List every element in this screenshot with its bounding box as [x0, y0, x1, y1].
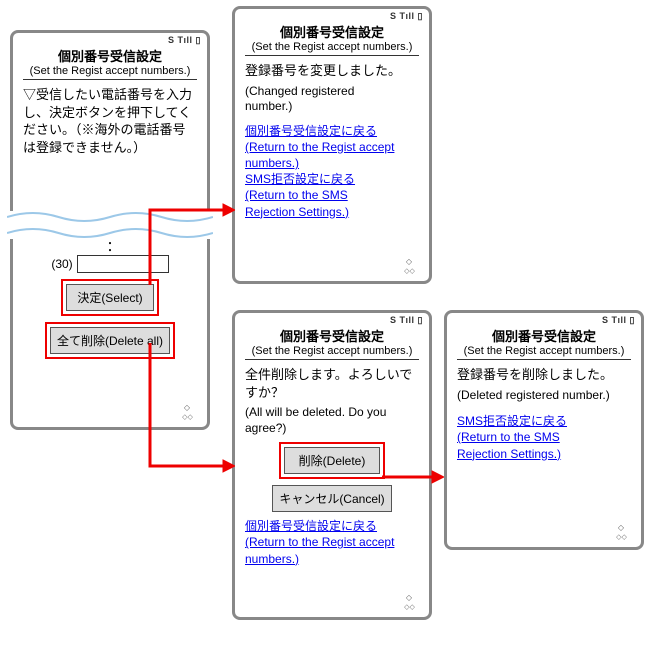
- status-bar: S Tıll ▯: [235, 313, 429, 326]
- link-text: SMS拒否設定に戻る: [457, 414, 567, 428]
- link-text: numbers.): [245, 156, 299, 170]
- msg-en-2: number.): [245, 99, 419, 115]
- msg-en: (Deleted registered number.): [457, 388, 631, 404]
- link-text: 個別番号受信設定に戻る: [245, 519, 377, 533]
- phone-screen-2: S Tıll ▯ 個別番号受信設定 (Set the Regist accept…: [232, 6, 432, 284]
- status-bar: S Tıll ▯: [13, 33, 207, 46]
- msg-en-1: (All will be deleted. Do you: [245, 405, 419, 421]
- link-text: Rejection Settings.): [457, 447, 561, 461]
- msg-jp: 登録番号を削除しました。: [457, 366, 631, 384]
- flow-arrow-select: [145, 200, 235, 290]
- nav-indicator: [401, 259, 417, 275]
- msg-en-1: (Changed registered: [245, 84, 419, 100]
- title-jp: 個別番号受信設定: [23, 46, 197, 65]
- msg-jp: 全件削除します。よろしいですか？: [245, 366, 419, 401]
- link-text: Rejection Settings.): [245, 205, 349, 219]
- phone-screen-3: S Tıll ▯ 個別番号受信設定 (Set the Regist accept…: [232, 310, 432, 620]
- nav-indicator: [401, 595, 417, 611]
- link-text: 個別番号受信設定に戻る: [245, 124, 377, 138]
- msg-jp: 登録番号を変更しました。: [245, 62, 419, 80]
- select-button[interactable]: 決定(Select): [66, 284, 153, 311]
- screen-content: 個別番号受信設定 (Set the Regist accept numbers.…: [447, 326, 641, 466]
- screen-content: 個別番号受信設定 (Set the Regist accept numbers.…: [13, 46, 207, 164]
- cancel-button[interactable]: キャンセル(Cancel): [272, 485, 391, 512]
- delete-button[interactable]: 削除(Delete): [284, 447, 381, 474]
- delete-button-highlight: 削除(Delete): [279, 442, 386, 479]
- title-en: (Set the Regist accept numbers.): [457, 345, 631, 357]
- screen-content: 個別番号受信設定 (Set the Regist accept numbers.…: [235, 22, 429, 224]
- title-en: (Set the Regist accept numbers.): [245, 41, 419, 53]
- link-return-regist[interactable]: 個別番号受信設定に戻る (Return to the Regist accept…: [245, 123, 419, 172]
- status-bar: S Tıll ▯: [447, 313, 641, 326]
- flow-arrow-delete-all: [145, 338, 235, 478]
- title-jp: 個別番号受信設定: [245, 22, 419, 41]
- link-return-sms[interactable]: SMS拒否設定に戻る (Return to the SMS Rejection …: [457, 413, 631, 462]
- link-text: SMS拒否設定に戻る: [245, 172, 355, 186]
- row-label: (30): [51, 257, 72, 271]
- phone-screen-4: S Tıll ▯ 個別番号受信設定 (Set the Regist accept…: [444, 310, 644, 550]
- title-block: 個別番号受信設定 (Set the Regist accept numbers.…: [23, 46, 197, 80]
- title-en: (Set the Regist accept numbers.): [245, 345, 419, 357]
- link-return-sms[interactable]: SMS拒否設定に戻る (Return to the SMS Rejection …: [245, 171, 419, 220]
- title-block: 個別番号受信設定 (Set the Regist accept numbers.…: [245, 22, 419, 56]
- title-block: 個別番号受信設定 (Set the Regist accept numbers.…: [245, 326, 419, 360]
- link-text: numbers.): [245, 552, 299, 566]
- status-bar: S Tıll ▯: [235, 9, 429, 22]
- link-return-regist[interactable]: 個別番号受信設定に戻る (Return to the Regist accept…: [245, 518, 419, 567]
- link-text: (Return to the Regist accept: [245, 535, 394, 549]
- link-text: (Return to the SMS: [245, 188, 348, 202]
- instruction-text: ▽受信したい電話番号を入力し、決定ボタンを押下してください。（※海外の電話番号は…: [23, 86, 197, 156]
- title-en: (Set the Regist accept numbers.): [23, 65, 197, 77]
- link-text: (Return to the SMS: [457, 430, 560, 444]
- link-text: (Return to the Regist accept: [245, 140, 394, 154]
- nav-indicator: [613, 525, 629, 541]
- title-jp: 個別番号受信設定: [245, 326, 419, 345]
- screen-content: 個別番号受信設定 (Set the Regist accept numbers.…: [235, 326, 429, 571]
- msg-en-2: agree?): [245, 421, 419, 437]
- title-block: 個別番号受信設定 (Set the Regist accept numbers.…: [457, 326, 631, 360]
- title-jp: 個別番号受信設定: [457, 326, 631, 345]
- flow-arrow-delete: [382, 470, 444, 484]
